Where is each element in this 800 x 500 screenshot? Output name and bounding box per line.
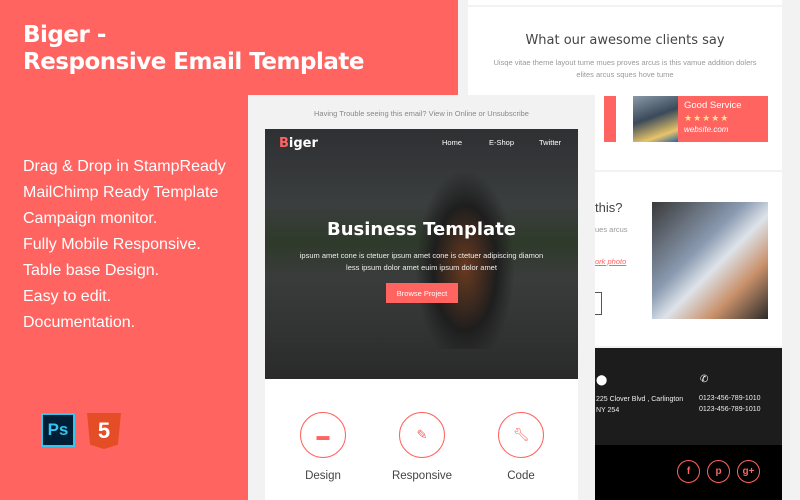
wrench-icon: 🔧︎ — [498, 412, 544, 458]
facebook-icon[interactable]: f — [677, 460, 700, 483]
feature-list: Drag & Drop in StampReady MailChimp Read… — [23, 154, 226, 336]
nav-twitter[interactable]: Twitter — [539, 138, 561, 147]
phone-icon: ✆ — [700, 374, 709, 385]
feature-item: Documentation. — [23, 314, 136, 331]
hero-title: Business Template — [327, 219, 516, 240]
google-plus-icon[interactable]: g+ — [737, 460, 760, 483]
service-responsive: ✎ Responsive — [382, 412, 462, 482]
star-rating: ★★★★★ — [684, 113, 730, 123]
service-design: ▬ Design — [283, 412, 363, 482]
services: ▬ Design ✎ Responsive 🔧︎ Code — [265, 379, 578, 500]
html5-icon: 5 — [87, 413, 121, 449]
pinterest-icon[interactable]: p — [707, 460, 730, 483]
promo-title: Biger - Responsive Email Template — [23, 22, 364, 75]
front-email-preview: Having Trouble seeing this email? View i… — [248, 95, 595, 500]
feature-item: MailChimp Ready Template — [23, 184, 219, 201]
feature-item: Fully Mobile Responsive. — [23, 236, 201, 253]
feature-item: Drag & Drop in StampReady — [23, 158, 226, 175]
nav-eshop[interactable]: E-Shop — [489, 138, 514, 147]
link[interactable]: ork photo — [595, 257, 626, 266]
service-code: 🔧︎ Code — [481, 412, 561, 482]
photoshop-icon: Ps — [41, 413, 75, 447]
hero-banner: Biger Home E-Shop Twitter Business Templ… — [265, 129, 578, 379]
feature-item: Table base Design. — [23, 262, 160, 279]
feature-item: Campaign monitor. — [23, 210, 158, 227]
client-photo — [633, 96, 678, 142]
nav-home[interactable]: Home — [442, 138, 462, 147]
section-title: What our awesome clients say — [525, 33, 725, 48]
monitor-icon: ▬ — [300, 412, 346, 458]
view-online-link[interactable]: Having Trouble seeing this email? View i… — [248, 109, 595, 118]
tool-logos: Ps 5 — [41, 413, 121, 449]
feature-item: Easy to edit. — [23, 288, 112, 305]
phone-photo — [652, 202, 768, 319]
testimonial-card: Good Service ★★★★★ website.com — [633, 96, 768, 142]
edit-icon: ✎ — [399, 412, 445, 458]
location-pin-icon: ⬤ — [596, 375, 608, 386]
logo: Biger — [279, 136, 318, 151]
browse-project-button[interactable]: Browse Project — [386, 283, 458, 303]
